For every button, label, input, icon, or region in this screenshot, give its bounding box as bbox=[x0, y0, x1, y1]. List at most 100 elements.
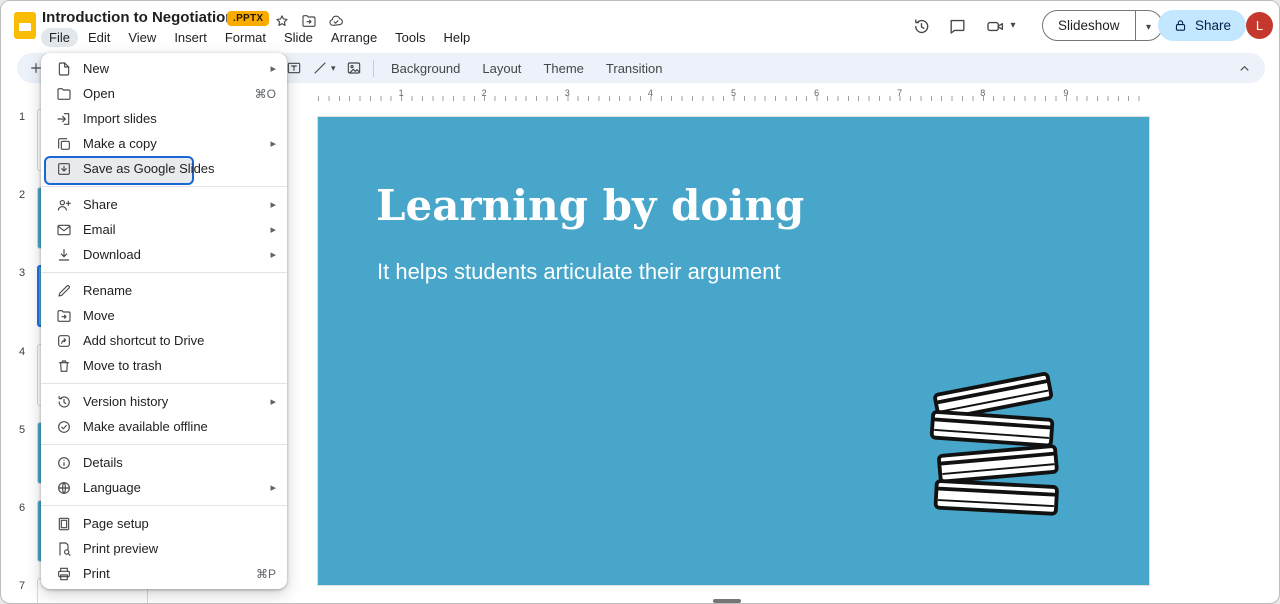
page-setup-icon bbox=[56, 516, 72, 532]
pptx-badge: .PPTX bbox=[227, 11, 269, 26]
person-add-icon bbox=[56, 197, 72, 213]
menu-item-label: Details bbox=[83, 455, 123, 470]
menu-item-email[interactable]: Email ▸ bbox=[41, 217, 287, 242]
menu-insert[interactable]: Insert bbox=[166, 28, 215, 47]
menu-item-label: Add shortcut to Drive bbox=[83, 333, 204, 348]
menu-help[interactable]: Help bbox=[436, 28, 479, 47]
menu-shortcut: ⌘O bbox=[255, 87, 276, 101]
print-preview-icon bbox=[56, 541, 72, 557]
menu-item-share[interactable]: Share ▸ bbox=[41, 192, 287, 217]
ruler-label: 6 bbox=[814, 88, 819, 98]
menu-view[interactable]: View bbox=[120, 28, 164, 47]
slide-number: 4 bbox=[13, 346, 31, 358]
ruler-label: 9 bbox=[1063, 88, 1068, 98]
print-icon bbox=[56, 566, 72, 582]
version-history-icon[interactable] bbox=[909, 14, 933, 38]
menu-item-label: Move bbox=[83, 308, 115, 323]
menu-arrange[interactable]: Arrange bbox=[323, 28, 385, 47]
menu-item-label: New bbox=[83, 61, 109, 76]
ruler-label: 7 bbox=[897, 88, 902, 98]
doc-new-icon bbox=[56, 61, 72, 77]
menu-item-move[interactable]: Move bbox=[41, 303, 287, 328]
hide-menus-icon[interactable] bbox=[1235, 59, 1253, 77]
menu-item-import-slides[interactable]: Import slides bbox=[41, 106, 287, 131]
slides-logo[interactable] bbox=[14, 12, 36, 39]
menu-item-print-preview[interactable]: Print preview bbox=[41, 536, 287, 561]
toolbar-transition-button[interactable]: Transition bbox=[597, 57, 672, 80]
toolbar-theme-button[interactable]: Theme bbox=[534, 57, 592, 80]
ruler-label: 1 bbox=[399, 88, 404, 98]
menu-tools[interactable]: Tools bbox=[387, 28, 433, 47]
menu-item-add-shortcut-to-drive[interactable]: Add shortcut to Drive bbox=[41, 328, 287, 353]
menu-item-move-to-trash[interactable]: Move to trash bbox=[41, 353, 287, 378]
slide-number: 3 bbox=[13, 267, 31, 279]
menu-slide[interactable]: Slide bbox=[276, 28, 321, 47]
menu-item-label: Rename bbox=[83, 283, 132, 298]
line-tool-dropdown-icon[interactable]: ▾ bbox=[331, 63, 336, 74]
menu-item-save-as-google-slides[interactable]: Save as Google Slides bbox=[41, 156, 287, 181]
horizontal-scrollbar[interactable] bbox=[713, 599, 741, 603]
menu-item-print[interactable]: Print⌘P bbox=[41, 561, 287, 586]
ruler-label: 4 bbox=[648, 88, 653, 98]
slideshow-button-group: Slideshow ▾ bbox=[1042, 10, 1163, 41]
folder-open-icon bbox=[56, 86, 72, 102]
menu-item-new[interactable]: New ▸ bbox=[41, 56, 287, 81]
submenu-arrow-icon: ▸ bbox=[270, 248, 276, 261]
menu-edit[interactable]: Edit bbox=[80, 28, 118, 47]
menu-bar: FileEditViewInsertFormatSlideArrangeTool… bbox=[41, 28, 478, 47]
menu-format[interactable]: Format bbox=[217, 28, 274, 47]
menu-file[interactable]: File bbox=[41, 28, 78, 47]
trash-icon bbox=[56, 358, 72, 374]
toolbar-layout-button[interactable]: Layout bbox=[473, 57, 530, 80]
toolbar-background-button[interactable]: Background bbox=[382, 57, 469, 80]
menu-shortcut: ⌘P bbox=[256, 567, 276, 581]
info-icon bbox=[56, 455, 72, 471]
slideshow-button[interactable]: Slideshow bbox=[1043, 18, 1135, 33]
avatar[interactable]: L bbox=[1246, 12, 1273, 39]
video-call-icon[interactable] bbox=[983, 14, 1007, 38]
submenu-arrow-icon: ▸ bbox=[270, 137, 276, 150]
menu-item-download[interactable]: Download ▸ bbox=[41, 242, 287, 267]
menu-item-label: Share bbox=[83, 197, 118, 212]
menu-item-label: Version history bbox=[83, 394, 168, 409]
download-icon bbox=[56, 247, 72, 263]
language-icon bbox=[56, 480, 72, 496]
menu-item-details[interactable]: Details bbox=[41, 450, 287, 475]
slide-title-text[interactable]: Learning by doing bbox=[376, 181, 804, 230]
textbox-icon[interactable] bbox=[285, 59, 303, 77]
menu-item-language[interactable]: Language▸ bbox=[41, 475, 287, 500]
menu-item-page-setup[interactable]: Page setup bbox=[41, 511, 287, 536]
insert-image-icon[interactable] bbox=[345, 59, 363, 77]
menu-divider bbox=[41, 272, 287, 273]
slide-subtitle-text[interactable]: It helps students articulate their argum… bbox=[377, 259, 781, 285]
document-title[interactable]: Introduction to Negotiation bbox=[42, 9, 234, 26]
menu-item-make-a-copy[interactable]: Make a copy▸ bbox=[41, 131, 287, 156]
menu-item-version-history[interactable]: Version history▸ bbox=[41, 389, 287, 414]
header: Introduction to Negotiation .PPTX FileEd… bbox=[1, 1, 1279, 49]
slide-number: 2 bbox=[13, 189, 31, 201]
share-button[interactable]: Share bbox=[1158, 10, 1246, 41]
import-slides-icon bbox=[56, 111, 72, 127]
menu-item-open[interactable]: Open ⌘O bbox=[41, 81, 287, 106]
lock-icon bbox=[1173, 18, 1188, 33]
submenu-arrow-icon: ▸ bbox=[270, 223, 276, 236]
menu-item-rename[interactable]: Rename bbox=[41, 278, 287, 303]
menu-item-make-available-offline[interactable]: Make available offline bbox=[41, 414, 287, 439]
comment-icon[interactable] bbox=[945, 14, 969, 38]
books-image[interactable] bbox=[913, 361, 1085, 527]
line-tool-icon[interactable] bbox=[311, 59, 329, 77]
ruler-label: 8 bbox=[980, 88, 985, 98]
menu-item-label: Move to trash bbox=[83, 358, 162, 373]
slide-number: 6 bbox=[13, 502, 31, 514]
version-history-icon bbox=[56, 394, 72, 410]
toolbar-divider bbox=[373, 60, 374, 77]
menu-divider bbox=[41, 383, 287, 384]
submenu-arrow-icon: ▸ bbox=[270, 198, 276, 211]
menu-item-label: Open bbox=[83, 86, 115, 101]
submenu-arrow-icon: ▸ bbox=[270, 62, 276, 75]
menu-item-label: Email bbox=[83, 222, 116, 237]
menu-item-label: Download bbox=[83, 247, 141, 262]
slide-canvas[interactable]: Learning by doing It helps students arti… bbox=[318, 117, 1149, 585]
offline-icon bbox=[56, 419, 72, 435]
video-call-dropdown-icon[interactable]: ▾ bbox=[1007, 14, 1019, 38]
